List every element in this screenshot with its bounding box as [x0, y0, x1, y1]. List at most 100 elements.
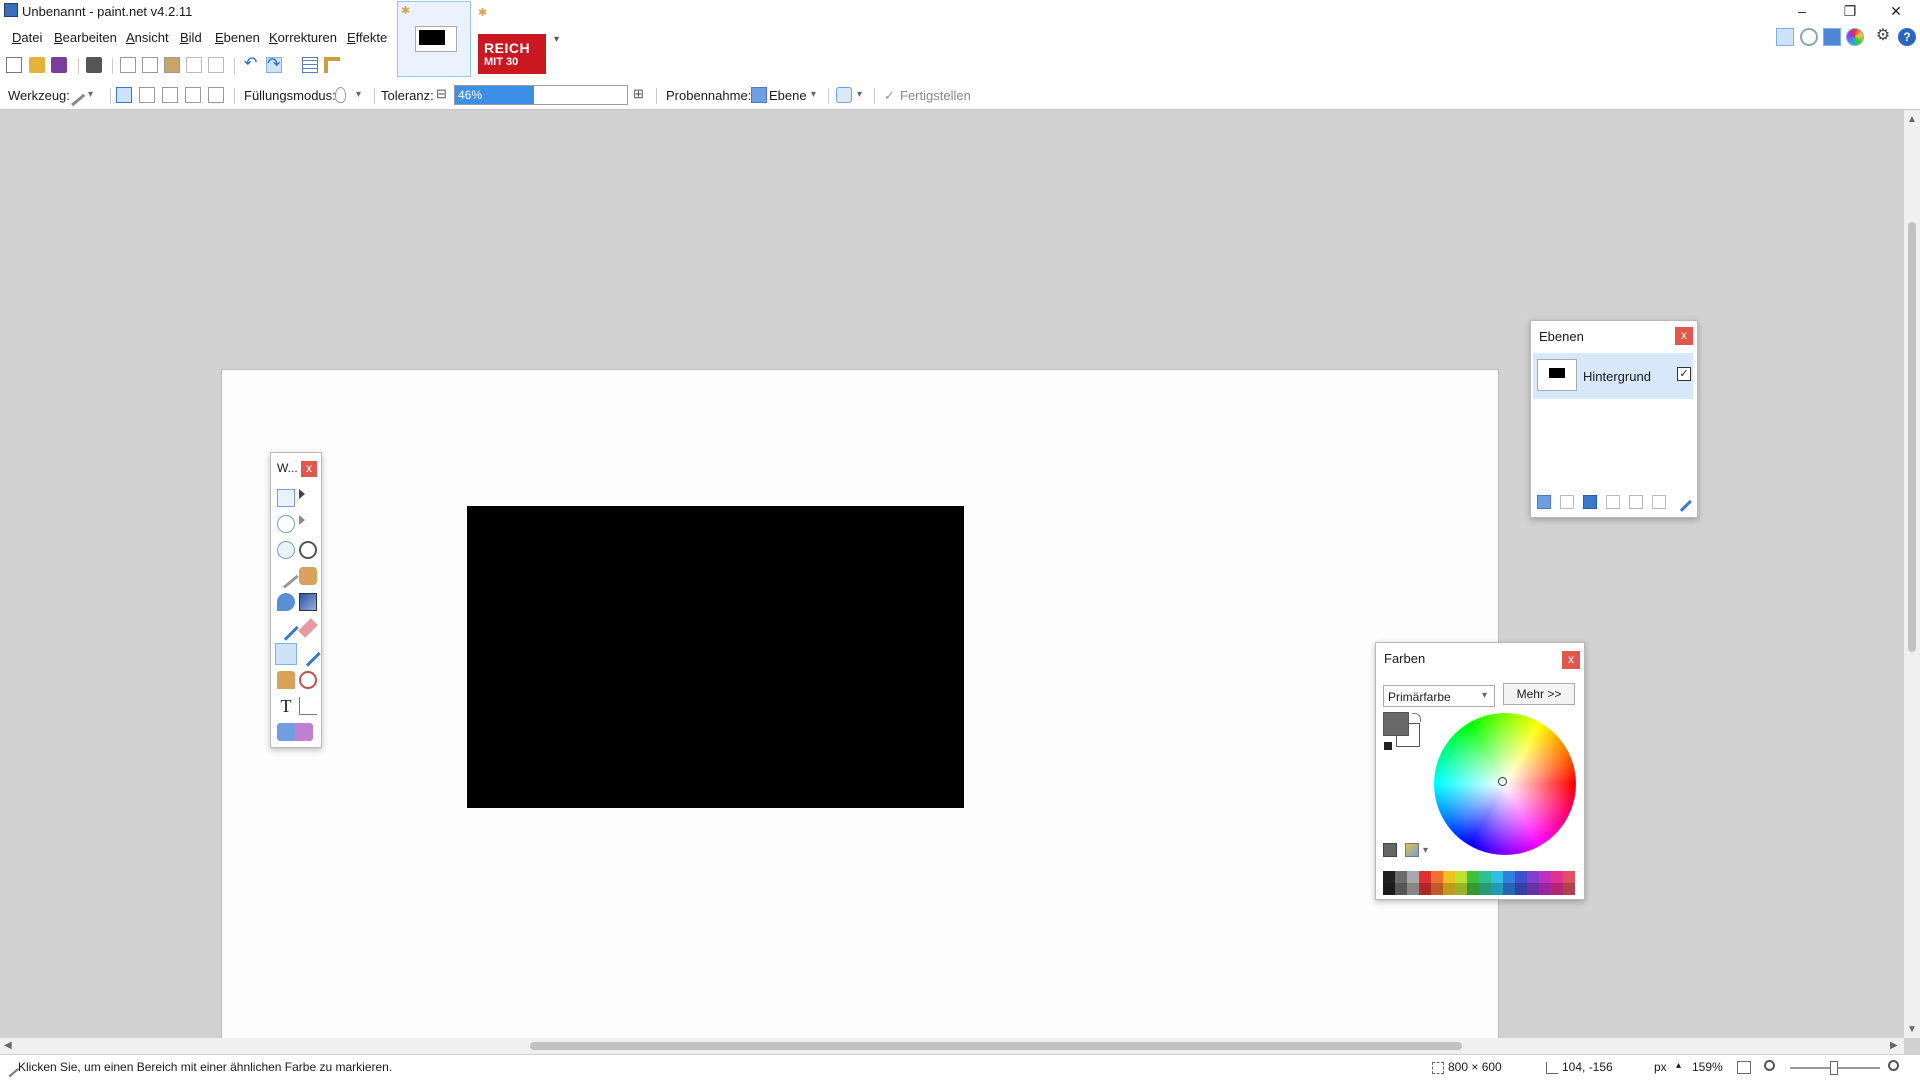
undo-icon[interactable]: ↶	[244, 56, 260, 73]
magic-wand-tool-icon[interactable]	[273, 563, 299, 589]
zoom-fit-icon[interactable]	[1737, 1061, 1751, 1074]
rectangle-select-tool-icon[interactable]	[277, 489, 295, 507]
palette-swatch[interactable]	[1503, 883, 1515, 895]
paintbrush-tool-icon[interactable]	[273, 615, 299, 641]
scroll-up-arrow-icon[interactable]: ▲	[1907, 114, 1917, 125]
palette-swatch[interactable]	[1563, 871, 1575, 883]
black-rectangle-shape[interactable]	[467, 506, 964, 808]
scroll-down-arrow-icon[interactable]: ▼	[1907, 1024, 1917, 1035]
unit-chevron-icon[interactable]: ▴	[1676, 1060, 1681, 1071]
layer-properties-wrench-icon[interactable]	[1672, 492, 1692, 512]
layer-visibility-checkbox[interactable]: ✓	[1677, 367, 1691, 381]
palette-swatch[interactable]	[1395, 883, 1407, 895]
palette-swatch[interactable]	[1503, 871, 1515, 883]
tools-window-close-button[interactable]: x	[301, 461, 317, 477]
palette-swatch[interactable]	[1467, 871, 1479, 883]
palette-swatch[interactable]	[1539, 883, 1551, 895]
tab-overflow-chevron-icon[interactable]: ▾	[554, 34, 559, 45]
vertical-scroll-thumb[interactable]	[1908, 222, 1916, 652]
move-selection-only-tool-icon[interactable]	[299, 515, 305, 525]
colors-window-close-button[interactable]: x	[1562, 651, 1580, 669]
palette-swatch[interactable]	[1383, 883, 1395, 895]
palette-swatch[interactable]	[1455, 883, 1467, 895]
menu-effekte[interactable]: Effekte	[347, 30, 387, 45]
swap-colors-icon[interactable]	[1412, 713, 1421, 722]
gradient-tool-icon[interactable]	[299, 593, 317, 611]
layers-window-toggle-icon[interactable]	[1823, 28, 1841, 46]
fill-mode-chevron-icon[interactable]: ▾	[356, 89, 361, 100]
menu-korrekturen[interactable]: Korrekturen	[269, 30, 337, 45]
line-curve-tool-icon[interactable]	[299, 697, 317, 715]
palette-swatch[interactable]	[1419, 871, 1431, 883]
deselect-icon[interactable]	[208, 57, 224, 73]
history-window-toggle-icon[interactable]	[1800, 28, 1818, 46]
palette-swatch[interactable]	[1479, 883, 1491, 895]
move-layer-up-icon[interactable]	[1629, 495, 1643, 509]
colors-window-toggle-icon[interactable]	[1846, 28, 1864, 46]
help-icon[interactable]: ?	[1898, 28, 1916, 46]
palette-swatch[interactable]	[1527, 883, 1539, 895]
new-file-icon[interactable]	[6, 57, 22, 73]
palette-swatch[interactable]	[1431, 871, 1443, 883]
palette-swatch[interactable]	[1443, 871, 1455, 883]
sampling-value[interactable]: Ebene	[769, 88, 807, 103]
selection-mode-xor-icon[interactable]	[208, 87, 224, 103]
layers-window-close-button[interactable]: x	[1675, 327, 1693, 345]
paste-icon[interactable]	[164, 57, 180, 73]
palette-swatch[interactable]	[1479, 871, 1491, 883]
zoom-slider-thumb[interactable]	[1830, 1061, 1838, 1075]
tolerance-slider[interactable]: 46%	[454, 85, 628, 105]
menu-bearbeiten[interactable]: Bearbeiten	[54, 30, 117, 45]
palette-swatch[interactable]	[1551, 883, 1563, 895]
palette-swatch[interactable]	[1539, 871, 1551, 883]
fill-mode-bulb-icon[interactable]	[335, 87, 346, 103]
palette-swatch[interactable]	[1515, 883, 1527, 895]
palette-swatch[interactable]	[1491, 883, 1503, 895]
tool-dropdown-chevron-icon[interactable]: ▾	[88, 89, 93, 100]
vertical-scrollbar[interactable]: ▲ ▼	[1904, 110, 1920, 1038]
add-to-palette-icon[interactable]	[1383, 843, 1397, 857]
palette-swatch[interactable]	[1419, 883, 1431, 895]
grid-icon[interactable]	[302, 57, 318, 73]
menu-ansicht[interactable]: Ansicht	[126, 30, 169, 45]
antialias-chevron-icon[interactable]: ▾	[857, 89, 862, 100]
menu-bild[interactable]: Bild	[180, 30, 202, 45]
reset-colors-icon[interactable]	[1383, 741, 1393, 751]
color-wheel-cursor[interactable]	[1498, 777, 1507, 786]
more-colors-button[interactable]: Mehr >>	[1503, 683, 1575, 705]
menu-ebenen[interactable]: Ebenen	[215, 30, 260, 45]
palette-swatch[interactable]	[1395, 871, 1407, 883]
close-button[interactable]: ✕	[1876, 0, 1916, 22]
palette-swatch[interactable]	[1563, 883, 1575, 895]
tolerance-plus-icon[interactable]: ⊞	[633, 86, 644, 102]
zoom-in-icon[interactable]	[1888, 1060, 1899, 1071]
text-tool-icon[interactable]: T	[277, 697, 295, 715]
crop-icon[interactable]	[186, 57, 202, 73]
recolor-tool-icon[interactable]	[299, 671, 317, 689]
settings-gear-icon[interactable]: ⚙	[1874, 28, 1892, 46]
sampling-chevron-icon[interactable]: ▾	[811, 89, 816, 100]
paintnet-app-icon[interactable]	[4, 3, 18, 17]
tolerance-minus-icon[interactable]: ⊟	[436, 86, 447, 102]
zoom-level[interactable]: 159%	[1692, 1060, 1723, 1074]
selection-mode-exclude-icon[interactable]	[162, 87, 178, 103]
merge-layer-icon[interactable]	[1606, 495, 1620, 509]
color-mode-select[interactable]: Primärfarbe ▾	[1383, 685, 1495, 707]
clone-stamp-tool-icon[interactable]	[277, 671, 295, 689]
copy-icon[interactable]	[142, 57, 158, 73]
layer-row-hintergrund[interactable]: Hintergrund ✓	[1533, 353, 1693, 399]
duplicate-layer-icon[interactable]	[1583, 495, 1597, 509]
primary-color-swatch[interactable]	[1383, 712, 1409, 736]
cut-icon[interactable]	[120, 57, 136, 73]
palette-swatch[interactable]	[1515, 871, 1527, 883]
horizontal-scrollbar[interactable]: ◀ ▶	[0, 1038, 1904, 1054]
antialias-icon[interactable]	[836, 87, 852, 103]
open-folder-icon[interactable]	[29, 57, 45, 73]
lasso-select-tool-icon[interactable]	[277, 515, 295, 533]
move-selection-tool-icon[interactable]	[299, 489, 305, 499]
selection-mode-union-icon[interactable]	[139, 87, 155, 103]
palette-swatch[interactable]	[1551, 871, 1563, 883]
scroll-left-arrow-icon[interactable]: ◀	[4, 1040, 12, 1051]
move-layer-down-icon[interactable]	[1652, 495, 1666, 509]
scroll-right-arrow-icon[interactable]: ▶	[1890, 1040, 1898, 1051]
